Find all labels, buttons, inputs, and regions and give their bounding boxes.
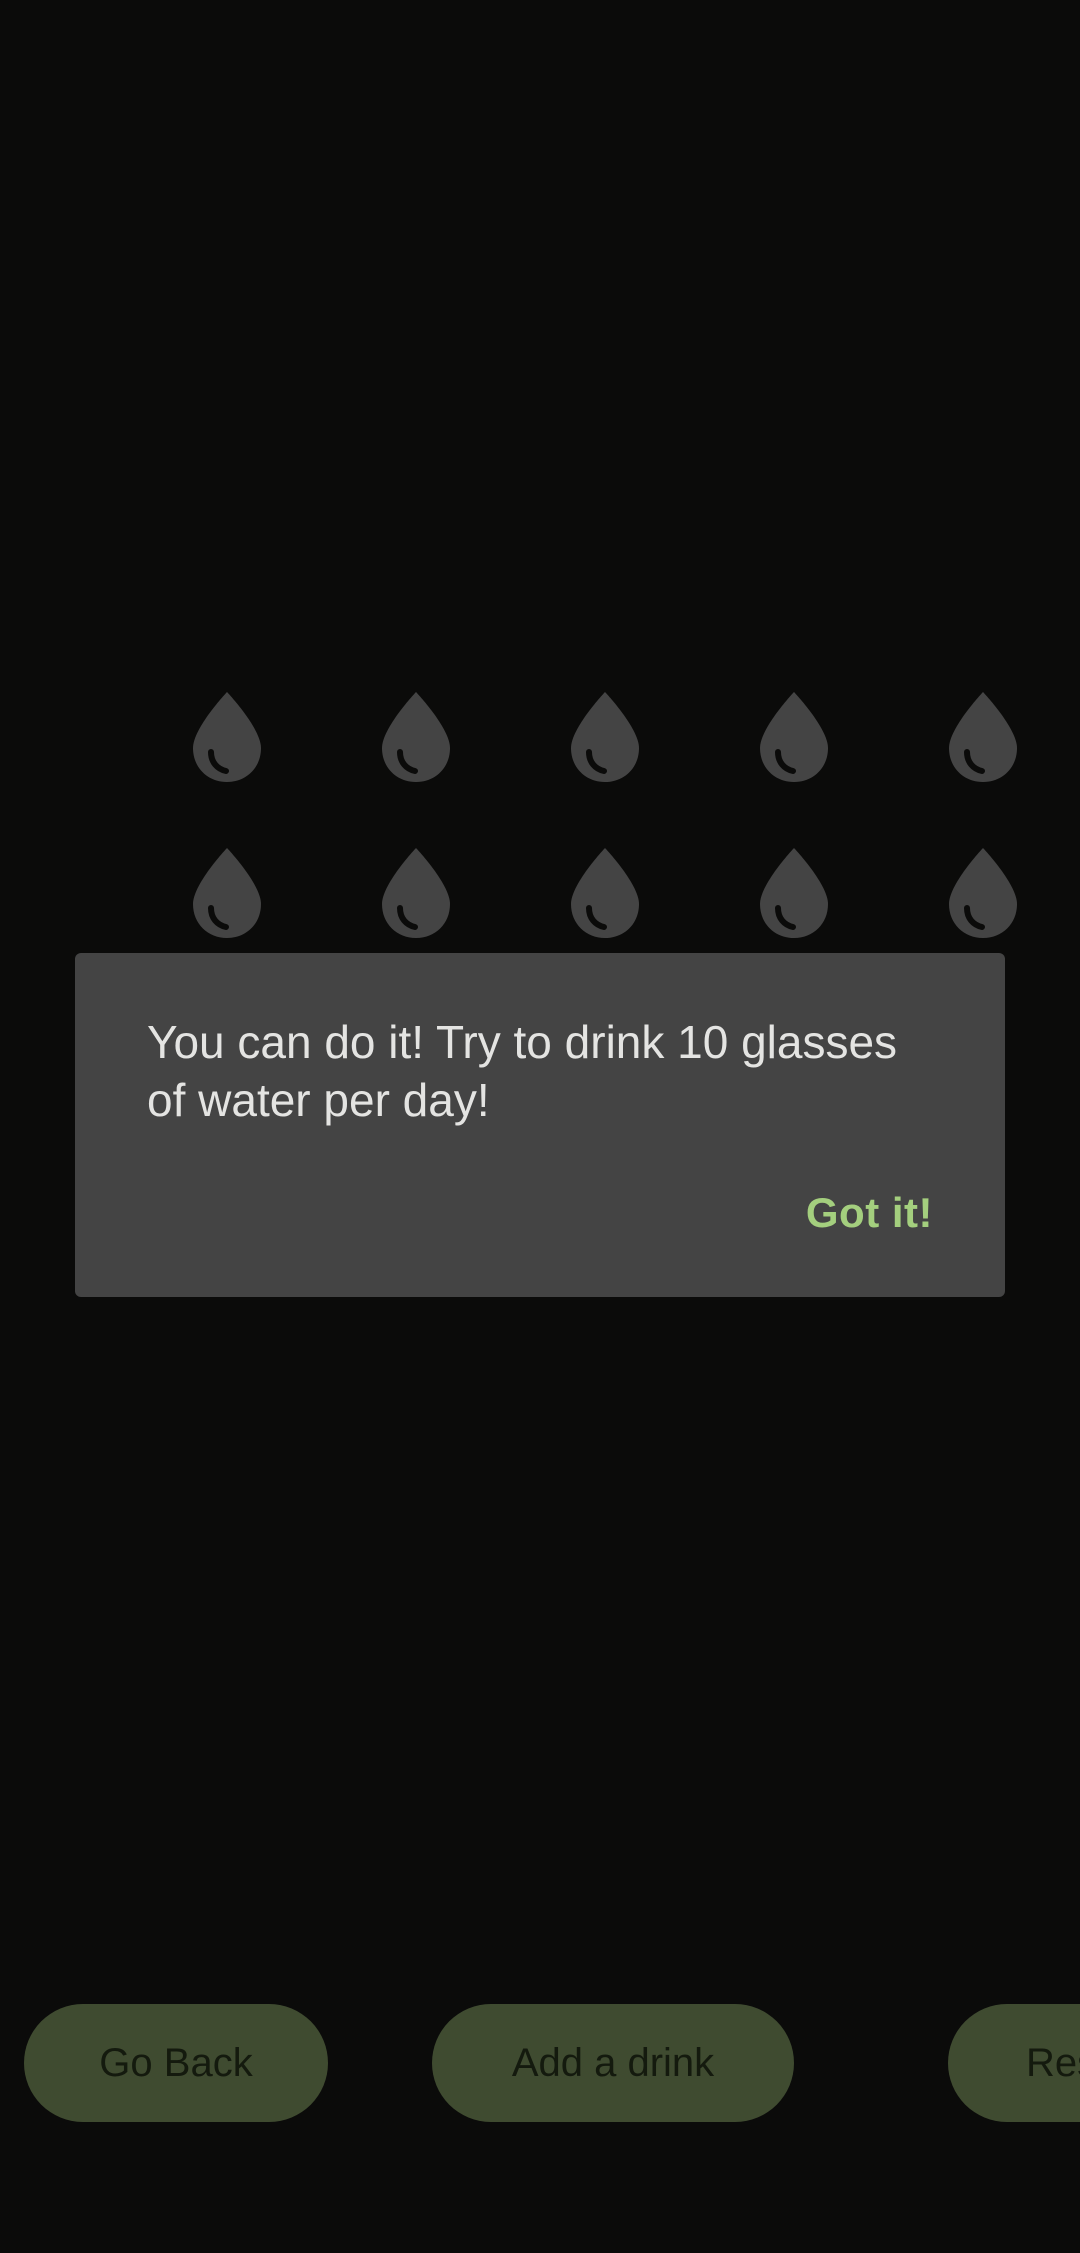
water-drop-icon: [945, 690, 1021, 784]
water-drop-icon: [378, 846, 454, 940]
goal-dialog: You can do it! Try to drink 10 glasses o…: [75, 953, 1005, 1297]
water-drop-icon: [567, 846, 643, 940]
go-back-button[interactable]: Go Back: [24, 2004, 328, 2122]
water-drop-icon: [378, 690, 454, 784]
water-drop-icon: [189, 846, 265, 940]
water-drop-icon: [567, 690, 643, 784]
dialog-message: You can do it! Try to drink 10 glasses o…: [147, 1016, 898, 1126]
water-drop-icon: [945, 846, 1021, 940]
reset-button[interactable]: Res: [948, 2004, 1080, 2122]
water-drop-icon: [756, 846, 832, 940]
water-drop-icon: [189, 690, 265, 784]
got-it-button[interactable]: Got it!: [806, 1189, 933, 1237]
add-drink-button[interactable]: Add a drink: [432, 2004, 794, 2122]
go-back-label: Go Back: [99, 2040, 253, 2085]
water-drop-icon: [756, 690, 832, 784]
add-drink-label: Add a drink: [511, 2040, 715, 2085]
water-tracker-screen: You can do it! Try to drink 10 glasses o…: [0, 0, 1080, 2253]
reset-label: Res: [1026, 2040, 1080, 2085]
